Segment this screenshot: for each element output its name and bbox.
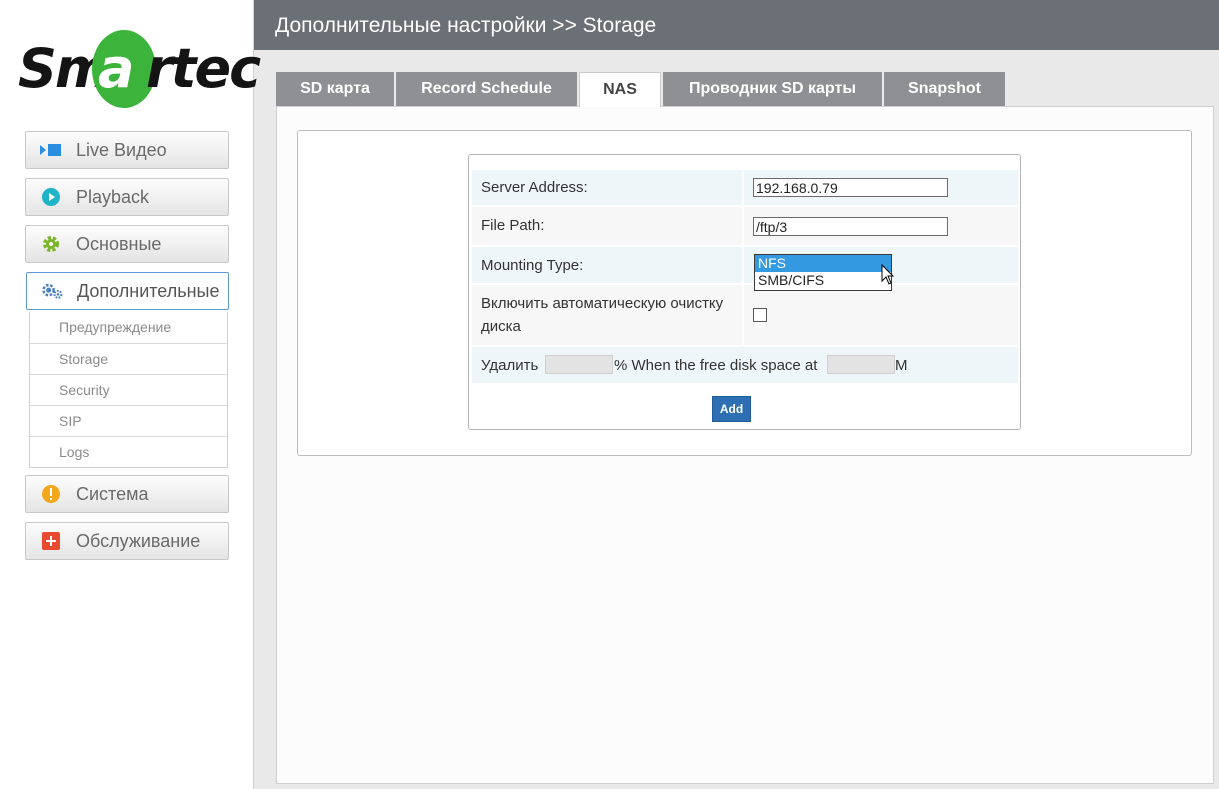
gear-icon [40, 233, 62, 255]
delete-suffix-text: M [895, 357, 908, 374]
submenu-item-storage[interactable]: Storage [30, 343, 227, 374]
row-auto-clean: Включить автоматическую очистку диска [472, 285, 1018, 345]
nav-basic[interactable]: Основные [25, 225, 229, 263]
server-address-label: Server Address: [481, 179, 588, 196]
page-header: Дополнительные настройки >> Storage [254, 0, 1219, 50]
nav-advanced[interactable]: Дополнительные [26, 272, 229, 310]
auto-clean-checkbox[interactable] [753, 308, 767, 322]
row-mounting-type: Mounting Type: [472, 247, 1018, 283]
submenu-item-sip[interactable]: SIP [30, 405, 227, 436]
nav-live-video[interactable]: Live Видео [25, 131, 229, 169]
nav-maintenance[interactable]: Обслуживание [25, 522, 229, 560]
advanced-submenu: Предупреждение Storage Security SIP Logs [29, 312, 228, 468]
add-button[interactable]: Add [712, 396, 751, 422]
file-path-label: File Path: [481, 217, 545, 234]
delete-prefix-text: Удалить [481, 357, 539, 374]
warning-icon [40, 483, 62, 505]
mounting-type-select[interactable]: NFS SMB/CIFS [754, 254, 892, 291]
video-icon [40, 139, 62, 161]
sidebar: Sm a rtec Live Видео Playback Основные Д… [0, 0, 261, 789]
cell-divider [742, 285, 744, 345]
submenu-item-security[interactable]: Security [30, 374, 227, 405]
tab-sd-card[interactable]: SD карта [276, 72, 394, 106]
smartec-logo: Sm a rtec [18, 26, 261, 108]
nav-label: Основные [76, 233, 162, 254]
submenu-item-logs[interactable]: Logs [30, 436, 227, 467]
tab-nas[interactable]: NAS [579, 72, 661, 107]
nav-label: Playback [76, 186, 150, 207]
nav-label: Система [76, 483, 149, 504]
mounting-option-nfs[interactable]: NFS [755, 255, 891, 272]
submenu-item-alerts[interactable]: Предупреждение [30, 312, 227, 343]
cell-divider [742, 207, 744, 245]
nav-playback[interactable]: Playback [25, 178, 229, 216]
mounting-type-label: Mounting Type: [481, 257, 584, 274]
auto-clean-label-line1: Включить автоматическую очистку [481, 295, 724, 312]
mounting-option-smb[interactable]: SMB/CIFS [755, 272, 891, 289]
nav-label: Обслуживание [76, 530, 201, 551]
gears-icon [41, 280, 63, 302]
cell-divider [742, 247, 744, 283]
nav-label: Дополнительные [77, 280, 220, 301]
tab-snapshot[interactable]: Snapshot [884, 72, 1005, 106]
tab-record-schedule[interactable]: Record Schedule [396, 72, 577, 106]
tab-sd-explorer[interactable]: Проводник SD карты [663, 72, 882, 106]
logo-text-right: rtec [146, 37, 261, 100]
mouse-cursor-icon [881, 264, 895, 285]
nav-system[interactable]: Система [25, 475, 229, 513]
delete-middle-text: % When the free disk space at [614, 357, 818, 374]
delete-percent-input[interactable] [545, 355, 613, 374]
play-icon [40, 186, 62, 208]
cell-divider [742, 170, 744, 205]
auto-clean-label-line2: диска [481, 318, 521, 335]
file-path-input[interactable] [753, 217, 948, 236]
free-space-input[interactable] [827, 355, 895, 374]
page-title: Дополнительные настройки >> Storage [275, 14, 657, 37]
logo-text-circle: a [98, 37, 134, 100]
plus-icon [40, 530, 62, 552]
server-address-input[interactable] [753, 178, 948, 197]
nav-label: Live Видео [76, 139, 167, 160]
